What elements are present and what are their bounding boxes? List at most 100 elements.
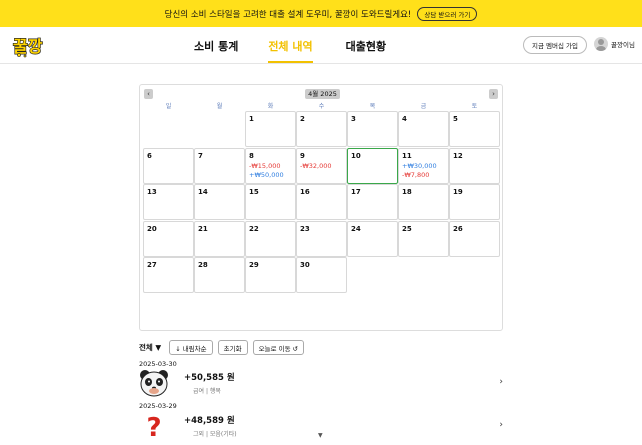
weekday-label: 화: [267, 103, 274, 110]
day-number: 16: [300, 188, 310, 196]
scroll-down-icon[interactable]: ▼: [318, 432, 323, 439]
calendar-day[interactable]: 18: [398, 184, 449, 220]
calendar-day[interactable]: 4: [398, 111, 449, 147]
go-to-today-button[interactable]: 오늘로 이동 ↺: [252, 340, 305, 355]
calendar-day[interactable]: 2: [296, 111, 347, 147]
calendar-day[interactable]: 27: [143, 257, 194, 293]
transaction-item[interactable]: +50,585 원 급여 | 행복 ›: [139, 368, 505, 400]
calendar-title: 4월 2025: [305, 89, 340, 99]
weekday-label: 일: [165, 103, 172, 110]
question-mark-icon: ?: [139, 411, 169, 443]
category-filter-dropdown[interactable]: 전체 ▼: [139, 342, 161, 353]
calendar-day[interactable]: 1: [245, 111, 296, 147]
logo[interactable]: 꿀깡: [12, 34, 52, 58]
date-label: 2025-03-30: [139, 360, 177, 368]
svg-text:꿀깡: 꿀깡: [13, 37, 43, 56]
weekday-label: 수: [318, 103, 325, 110]
calendar-day[interactable]: 11 +₩30,000 -₩7,800: [398, 147, 449, 184]
transaction-category: 그외 | 모음(기타): [193, 431, 237, 438]
calendar-day[interactable]: 9 -₩32,000: [296, 147, 347, 184]
filter-bar: 전체 ▼ ↓ 내림차순 초기화 오늘로 이동 ↺: [139, 340, 305, 355]
weekday-label: 월: [216, 103, 223, 110]
day-number: 20: [147, 224, 157, 233]
nav-spending-stats[interactable]: 소비 통계: [194, 38, 238, 63]
income-amount: +₩50,000: [249, 170, 284, 179]
nav-loan-status[interactable]: 대출현황: [346, 38, 386, 63]
calendar-day[interactable]: 29: [245, 257, 296, 293]
day-number: 19: [453, 188, 463, 196]
day-number: 14: [198, 188, 208, 196]
day-number: 30: [300, 261, 310, 269]
calendar-day-today[interactable]: 10: [347, 147, 398, 184]
calendar-day[interactable]: 8 -₩15,000 +₩50,000: [245, 147, 296, 184]
day-number: 25: [402, 224, 412, 233]
day-number: 13: [147, 188, 157, 196]
weekday-header: 일월화수목금토: [143, 101, 500, 111]
calendar-day[interactable]: 20: [143, 220, 194, 257]
day-number: 17: [351, 188, 361, 196]
calendar-day[interactable]: 13: [143, 184, 194, 220]
calendar-day[interactable]: 14: [194, 184, 245, 220]
calendar-day[interactable]: 16: [296, 184, 347, 220]
calendar-day[interactable]: 5: [449, 111, 500, 147]
day-number: 27: [147, 261, 157, 269]
income-amount: +₩30,000: [402, 161, 437, 170]
calendar-day[interactable]: 15: [245, 184, 296, 220]
weekday-label: 금: [420, 103, 427, 110]
day-number: 8: [249, 151, 254, 160]
day-number: 18: [402, 188, 412, 196]
weekday-label: 목: [369, 103, 376, 110]
day-number: 12: [453, 151, 463, 160]
day-number: 4: [402, 115, 407, 123]
day-number: 5: [453, 115, 458, 123]
calendar-day[interactable]: 3: [347, 111, 398, 147]
prev-month-button[interactable]: ‹: [144, 89, 153, 99]
calendar-day[interactable]: 12: [449, 147, 500, 184]
expense-amount: -₩15,000: [249, 161, 281, 170]
calendar-day[interactable]: 24: [347, 220, 398, 257]
day-number: 10: [351, 151, 361, 160]
calendar-day[interactable]: 22: [245, 220, 296, 257]
day-number: 2: [300, 115, 305, 123]
panda-icon: [139, 368, 169, 398]
calendar-day[interactable]: 19: [449, 184, 500, 220]
expense-amount: -₩7,800: [402, 170, 430, 179]
calendar: ‹ 4월 2025 › 일월화수목금토 1 2 3 4 5 6 7 8 -₩15,000 +₩50…: [139, 84, 503, 331]
transaction-amount: +48,589 원: [184, 416, 235, 426]
user-menu[interactable]: 꿀깡이님: [594, 37, 635, 51]
expense-amount: -₩32,000: [300, 161, 332, 170]
header: 꿀깡 소비 통계 전체 내역 대출현황 지금 멤버십 가입 꿀깡이님: [0, 27, 642, 64]
calendar-day[interactable]: 17: [347, 184, 398, 220]
transaction-amount: +50,585 원: [184, 373, 235, 383]
nav-all-history[interactable]: 전체 내역: [268, 38, 313, 63]
calendar-day[interactable]: 28: [194, 257, 245, 293]
day-number: 9: [300, 151, 305, 160]
day-number: 22: [249, 224, 259, 233]
reset-button[interactable]: 초기화: [217, 340, 248, 355]
calendar-day[interactable]: 30: [296, 257, 347, 293]
chevron-right-icon[interactable]: ›: [499, 377, 503, 387]
calendar-day[interactable]: 23: [296, 220, 347, 257]
consult-button[interactable]: 상담 받으러 가기: [417, 6, 478, 21]
day-number: 11: [402, 151, 412, 160]
user-avatar-icon: [594, 37, 608, 51]
banner-text: 당신의 소비 스타일을 고려한 대출 설계 도우미, 꿀깡이 도와드릴게요!: [164, 9, 412, 20]
calendar-day[interactable]: 26: [449, 220, 500, 257]
day-number: 3: [351, 115, 356, 123]
sort-descending-button[interactable]: ↓ 내림차순: [169, 340, 213, 355]
day-number: 7: [198, 151, 203, 160]
day-number: 26: [453, 224, 463, 233]
chevron-right-icon[interactable]: ›: [499, 420, 503, 430]
svg-text:?: ?: [146, 413, 161, 441]
membership-signup-button[interactable]: 지금 멤버십 가입: [523, 36, 587, 54]
calendar-day[interactable]: 6: [143, 147, 194, 184]
day-number: 24: [351, 224, 361, 233]
calendar-day[interactable]: 7: [194, 147, 245, 184]
logo-icon: 꿀깡: [12, 36, 43, 58]
next-month-button[interactable]: ›: [489, 89, 498, 99]
user-name: 꿀깡이님: [611, 41, 635, 49]
calendar-day[interactable]: 25: [398, 220, 449, 257]
date-label: 2025-03-29: [139, 402, 177, 410]
calendar-day[interactable]: 21: [194, 220, 245, 257]
day-number: 23: [300, 224, 310, 233]
